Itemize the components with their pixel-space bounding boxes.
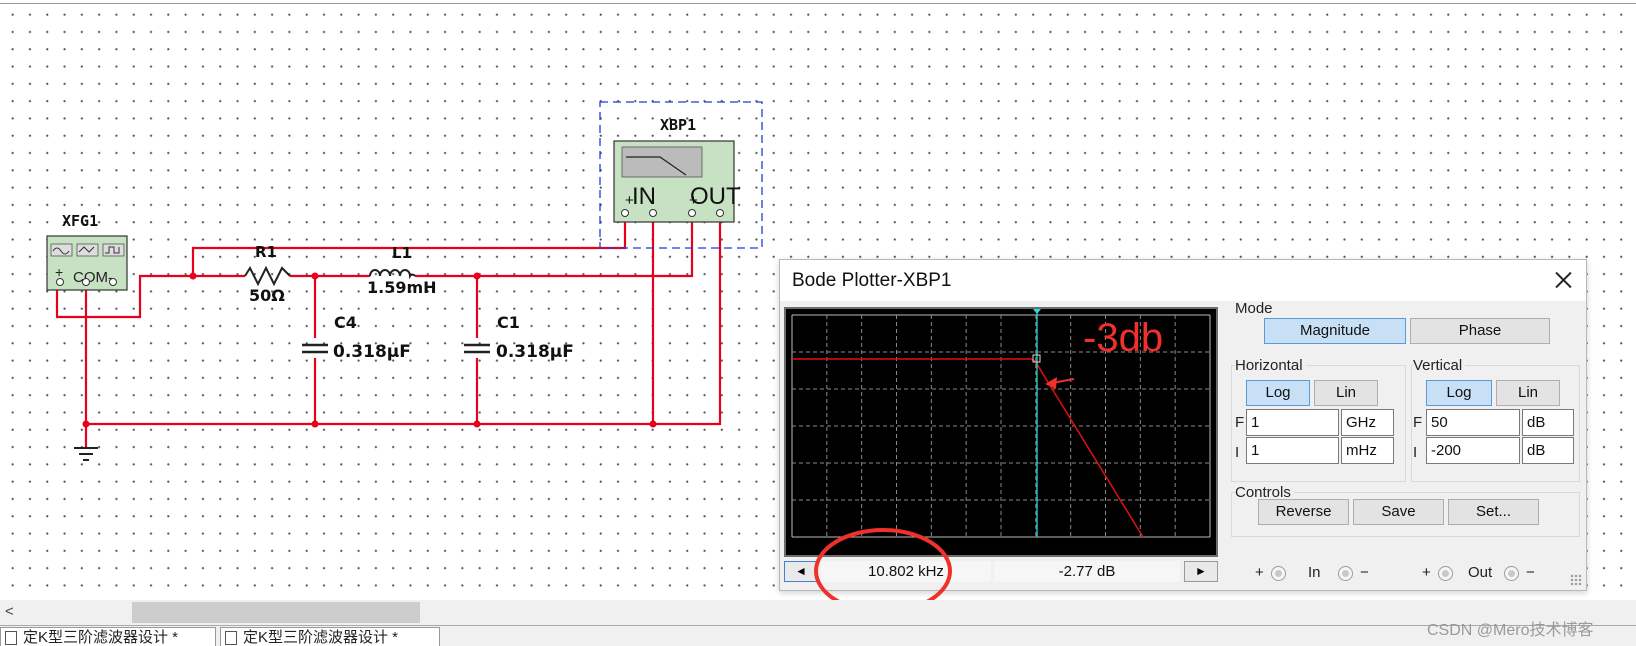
document-tab-2-label: 定K型三阶滤波器设计 * (243, 629, 399, 646)
xfg1-ref: XFG1 (62, 212, 98, 230)
xfg1-com: COM (73, 269, 108, 286)
document-tab-1[interactable]: 定K型三阶滤波器设计 * (0, 627, 216, 646)
document-tab-1-label: 定K型三阶滤波器设计 * (23, 629, 179, 646)
horizontal-final-input[interactable]: 1 (1246, 409, 1339, 436)
horizontal-final-unit[interactable]: GHz (1341, 409, 1394, 436)
l1-ref: L1 (392, 244, 412, 262)
horizontal-log-button[interactable]: Log (1246, 380, 1310, 406)
in-minus-label: − (1360, 564, 1369, 581)
c4-value: 0.318μF (333, 342, 411, 362)
magnitude-trace (792, 358, 1144, 538)
in-plus-terminal[interactable] (1271, 566, 1286, 581)
vertical-label: Vertical (1413, 357, 1466, 374)
vertical-final-input[interactable]: 50 (1426, 409, 1520, 436)
scroll-left-icon[interactable]: < (5, 603, 14, 620)
horizontal-initial-input[interactable]: 1 (1246, 437, 1339, 464)
document-tabs: 定K型三阶滤波器设计 * 定K型三阶滤波器设计 * (0, 625, 1636, 646)
window-titlebar[interactable]: Bode Plotter-XBP1 (780, 260, 1586, 301)
save-button[interactable]: Save (1353, 499, 1444, 525)
c4-ref: C4 (334, 313, 357, 332)
cursor-left-button[interactable]: ◄ (784, 561, 818, 582)
horizontal-initial-label: I (1235, 444, 1240, 461)
in-minus-terminal[interactable] (1338, 566, 1353, 581)
xbp1-ref: XBP1 (660, 116, 696, 134)
magnitude-readout: -2.77 dB (994, 561, 1180, 582)
cursor-marker-icon[interactable] (1033, 309, 1041, 314)
phase-button[interactable]: Phase (1410, 318, 1550, 344)
vertical-final-label: F (1413, 414, 1423, 431)
reverse-button[interactable]: Reverse (1258, 499, 1349, 525)
document-icon (225, 631, 237, 645)
horizontal-label: Horizontal (1235, 357, 1306, 374)
vertical-log-button[interactable]: Log (1426, 380, 1492, 406)
capacitor-c4[interactable]: C4 0.318μF (302, 313, 411, 362)
bode-plotter-window[interactable]: Bode Plotter-XBP1 ◄ 10.802 kHz -2.77 dB … (779, 259, 1587, 591)
r1-value: 50Ω (249, 286, 285, 305)
out-plus-terminal[interactable] (1438, 566, 1453, 581)
in-plus-label: + (1255, 564, 1264, 581)
frequency-readout: 10.802 kHz (821, 561, 991, 582)
window-title: Bode Plotter-XBP1 (792, 270, 952, 291)
vertical-initial-label: I (1413, 444, 1418, 461)
xbp1-in-label: IN (632, 183, 656, 210)
magnitude-button[interactable]: Magnitude (1264, 318, 1406, 344)
ground-symbol (74, 447, 98, 461)
vertical-final-unit[interactable]: dB (1522, 409, 1574, 436)
l1-value: 1.59mH (367, 278, 437, 297)
cursor-readout-bar: ◄ 10.802 kHz -2.77 dB ► (784, 560, 1218, 584)
resize-grip-icon[interactable] (1570, 574, 1582, 586)
document-tab-2[interactable]: 定K型三阶滤波器设计 * (220, 627, 440, 646)
capacitor-c1[interactable]: C1 0.318μF (464, 313, 574, 362)
c1-ref: C1 (497, 313, 520, 332)
xfg1-plus: + (55, 264, 63, 280)
inductor-l1[interactable]: L1 1.59mH (367, 244, 437, 297)
vertical-lin-button[interactable]: Lin (1496, 380, 1560, 406)
annotation-3db: -3db (1083, 316, 1164, 360)
horizontal-final-label: F (1235, 414, 1245, 431)
watermark: CSDN @Mero技术博客 (1427, 622, 1594, 639)
scroll-thumb[interactable] (132, 602, 420, 623)
function-generator-xfg1[interactable]: XFG1 + COM - (46, 212, 128, 291)
out-terminal-label: Out (1468, 564, 1493, 581)
out-plus-label: + (1422, 564, 1431, 581)
horizontal-lin-button[interactable]: Lin (1314, 380, 1378, 406)
cursor-right-button[interactable]: ► (1184, 561, 1218, 582)
r1-ref: R1 (255, 243, 277, 261)
mode-label: Mode (1235, 300, 1273, 317)
in-terminal-label: In (1308, 564, 1321, 581)
c1-value: 0.318μF (496, 342, 574, 362)
document-icon (5, 631, 17, 645)
out-minus-label: − (1526, 564, 1535, 581)
horizontal-scrollbar[interactable]: < (0, 600, 1636, 625)
vertical-initial-input[interactable]: -200 (1426, 437, 1520, 464)
resistor-r1[interactable]: R1 50Ω (244, 243, 291, 305)
xbp1-out-label: OUT (690, 183, 741, 210)
set-button[interactable]: Set... (1448, 499, 1539, 525)
close-icon[interactable] (1550, 266, 1578, 294)
out-minus-terminal[interactable] (1504, 566, 1519, 581)
vertical-initial-unit[interactable]: dB (1522, 437, 1574, 464)
horizontal-initial-unit[interactable]: mHz (1341, 437, 1394, 464)
